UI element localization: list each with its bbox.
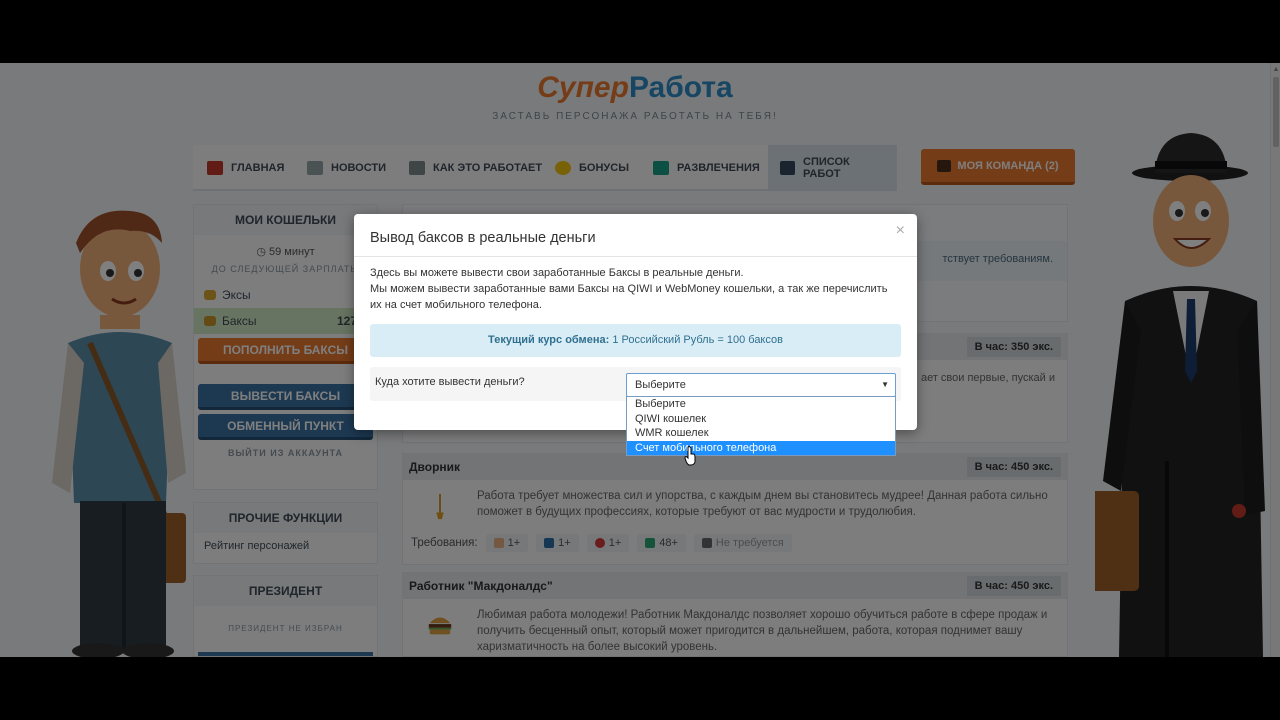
desc-line-2: Мы можем вывести заработанные вами Баксы…	[370, 283, 888, 311]
modal-title: Вывод баксов в реальные деньги	[370, 230, 596, 246]
mouse-pointer-icon	[684, 446, 696, 466]
select-value: Выберите	[635, 379, 686, 391]
rate-label: Текущий курс обмена:	[488, 334, 610, 346]
option-mobile[interactable]: Счет мобильного телефона	[627, 440, 895, 455]
exchange-rate-box: Текущий курс обмена: 1 Российский Рубль …	[370, 324, 901, 357]
option-wmr[interactable]: WMR кошелек	[627, 426, 895, 441]
modal-divider	[354, 256, 917, 257]
destination-select[interactable]: Выберите ▼	[626, 373, 896, 397]
destination-dropdown-list: Выберите QIWI кошелек WMR кошелек Счет м…	[626, 396, 896, 456]
option-choose[interactable]: Выберите	[627, 397, 895, 412]
close-icon[interactable]: ×	[896, 222, 905, 240]
rate-value: 1 Российский Рубль = 100 баксов	[612, 334, 783, 346]
dropdown-caret-icon: ▼	[881, 380, 889, 389]
modal-description: Здесь вы можете вывести свои заработанны…	[370, 265, 900, 313]
destination-label: Куда хотите вывести деньги?	[375, 376, 525, 388]
option-qiwi[interactable]: QIWI кошелек	[627, 412, 895, 427]
desc-line-1: Здесь вы можете вывести свои заработанны…	[370, 267, 744, 279]
